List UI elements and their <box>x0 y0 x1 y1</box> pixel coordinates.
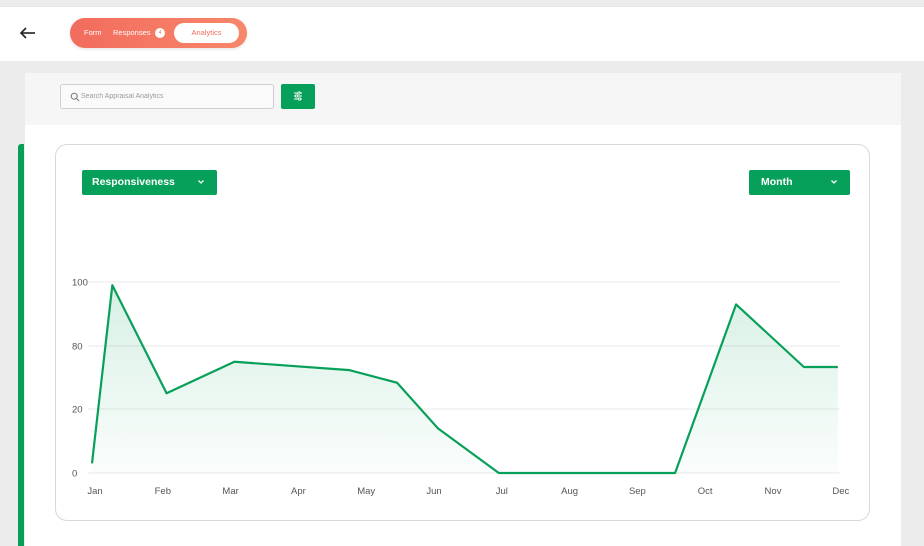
x-tick-label: Dec <box>832 486 849 497</box>
y-tick-label: 80 <box>72 342 83 353</box>
y-tick-label: 100 <box>72 278 88 289</box>
x-tick-label: Jan <box>87 486 102 497</box>
x-tick-label: Nov <box>765 486 782 497</box>
x-tick-label: Apr <box>291 486 306 497</box>
responsiveness-chart: 0 20 80 100 Jan Feb Mar Apr May Jun Jul Aug Sep Oct No… <box>72 278 849 498</box>
x-tick-label: Aug <box>561 486 578 497</box>
x-tick-label: Mar <box>222 486 238 497</box>
x-tick-label: Jul <box>496 486 508 497</box>
x-tick-label: Sep <box>629 486 646 497</box>
x-tick-label: May <box>357 486 375 497</box>
y-tick-label: 20 <box>72 405 83 416</box>
x-tick-label: Oct <box>698 486 713 497</box>
x-tick-label: Feb <box>155 486 171 497</box>
y-tick-label: 0 <box>72 469 77 480</box>
x-tick-label: Jun <box>426 486 441 497</box>
series-area <box>92 285 838 473</box>
